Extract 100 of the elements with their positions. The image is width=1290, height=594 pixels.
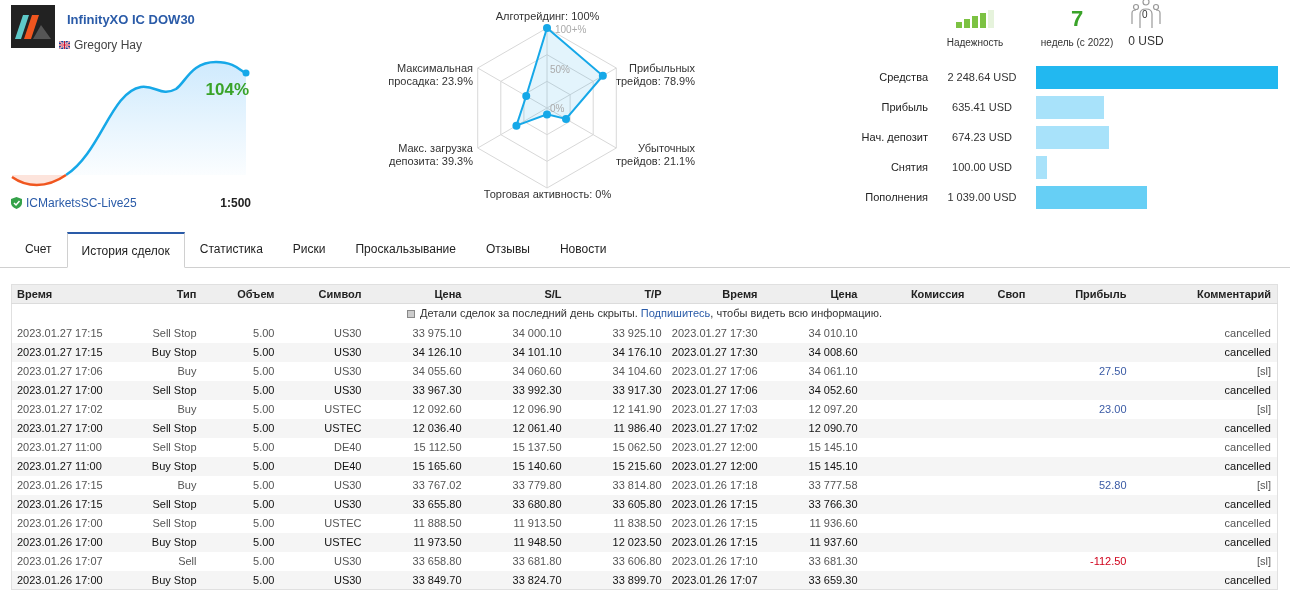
server-link[interactable]: ICMarketsSC-Live25 — [26, 193, 137, 212]
growth-percent: 104% — [205, 78, 249, 101]
table-cell: 33 681.30 — [763, 551, 864, 571]
column-header: T/P — [567, 284, 668, 304]
column-header: Время — [667, 284, 764, 304]
table-cell: 33 681.80 — [467, 551, 568, 571]
table-cell: US30 — [280, 551, 368, 571]
table-cell: 33 899.70 — [567, 570, 668, 590]
table-cell: 33 680.80 — [467, 494, 568, 514]
profit-value: 23.00 — [1098, 402, 1127, 415]
column-header: Время — [11, 284, 132, 304]
table-cell: 34 061.10 — [763, 361, 864, 381]
table-cell: [sl] — [1132, 551, 1278, 571]
table-cell: 15 062.50 — [567, 437, 668, 457]
hidden-info-icon — [407, 309, 416, 318]
tab[interactable]: Новости — [544, 231, 622, 267]
table-cell: 2023.01.27 17:06 — [667, 361, 764, 381]
table-cell: cancelled — [1132, 342, 1278, 362]
table-cell: 33 824.70 — [467, 570, 568, 590]
table-cell: 15 145.10 — [763, 456, 864, 476]
axis-label: Алготрейдинг: 100% — [494, 10, 601, 23]
table-cell: US30 — [280, 475, 368, 495]
tab[interactable]: Счет — [10, 231, 67, 267]
table-cell: DE40 — [280, 437, 368, 457]
table-cell: US30 — [280, 361, 368, 381]
axis-label: Торговая активность: 0% — [482, 188, 613, 201]
table-cell: cancelled — [1132, 323, 1278, 343]
tab[interactable]: Статистика — [184, 231, 278, 267]
table-cell: 33 992.30 — [467, 380, 568, 400]
table-cell-text: US30 — [332, 325, 363, 341]
table-cell: 34 176.10 — [567, 342, 668, 362]
table-cell: 2023.01.26 17:18 — [667, 475, 764, 495]
tab[interactable]: Риски — [277, 231, 341, 267]
weeks-count: 7 — [1070, 7, 1084, 31]
table-cell: 2023.01.27 17:06 — [667, 380, 764, 400]
table-cell: 2023.01.26 17:15 — [667, 494, 764, 514]
table-cell: [sl] — [1132, 475, 1278, 495]
table-cell-text: 2023.01.27 17:30 — [670, 325, 759, 341]
table-cell-text: 34 000.10 — [511, 325, 563, 341]
table-cell: 2023.01.26 17:00 — [11, 570, 132, 590]
profit-value: 52.80 — [1098, 478, 1127, 491]
table-cell: cancelled — [1132, 494, 1278, 514]
axis-label: Убыточных трейдов: 21.1% — [614, 142, 695, 168]
table-cell: Buy Stop — [131, 532, 203, 552]
table-cell: 33 659.30 — [763, 570, 864, 590]
table-cell: 34 052.60 — [763, 380, 864, 400]
table-cell: 33 779.80 — [467, 475, 568, 495]
table-cell: 15 145.10 — [763, 437, 864, 457]
column-header: Цена — [763, 284, 864, 304]
table-cell: 34 126.10 — [367, 342, 468, 362]
column-header: Объем — [202, 284, 281, 304]
table-cell: 5.00 — [202, 456, 281, 476]
table-cell: 34 055.60 — [367, 361, 468, 381]
table-cell: 12 096.90 — [467, 399, 568, 419]
table-cell: 5.00 — [202, 342, 281, 362]
table-cell: 2023.01.26 17:15 — [667, 532, 764, 552]
stat-label: Средства — [878, 70, 928, 86]
table-cell: 12 097.20 — [763, 399, 864, 419]
author-name[interactable]: Gregory Hay — [74, 35, 143, 54]
table-cell: 33 777.58 — [763, 475, 864, 495]
account-title[interactable]: InfinityXO IC DOW30 — [67, 10, 195, 30]
table-cell: Buy Stop — [131, 570, 203, 590]
table-cell: Buy — [131, 399, 203, 419]
table-cell: 33 655.80 — [367, 494, 468, 514]
table-cell: Sell Stop — [131, 494, 203, 514]
tab[interactable]: Проскальзывание — [340, 231, 471, 267]
table-cell: 2023.01.26 17:00 — [11, 532, 132, 552]
axis-label: Максимальная просадка: 23.9% — [387, 62, 473, 88]
column-header: Своп — [970, 284, 1032, 304]
table-cell: [sl] — [1132, 361, 1278, 381]
table-cell: cancelled — [1132, 437, 1278, 457]
stat-label: Снятия — [889, 160, 928, 176]
leverage-value: 1:500 — [220, 194, 251, 212]
axis-label: Макс. загрузка депозита: 39.3% — [388, 142, 473, 168]
table-cell: Sell — [131, 551, 203, 571]
table-cell: Buy Stop — [131, 342, 203, 362]
table-cell: 2023.01.27 12:00 — [667, 456, 764, 476]
table-cell: Buy — [131, 361, 203, 381]
tab[interactable]: Отзывы — [470, 231, 545, 267]
tick-label: 50% — [550, 63, 570, 77]
table-cell: 2023.01.27 17:03 — [667, 399, 764, 419]
stat-value: 1 039.00 USD — [946, 190, 1018, 206]
table-cell: 12 023.50 — [567, 532, 668, 552]
table-cell: 15 215.60 — [567, 456, 668, 476]
table-cell: 34 060.60 — [467, 361, 568, 381]
reliability-bars-icon — [956, 10, 994, 28]
table-cell-text: Sell Stop — [151, 325, 198, 341]
tick-label: 0% — [550, 102, 565, 116]
column-header: Символ — [280, 284, 368, 304]
table-cell: cancelled — [1132, 513, 1278, 533]
tab[interactable]: История сделок — [66, 232, 185, 268]
subscribers-count: 0 — [1142, 8, 1148, 22]
table-cell: USTEC — [280, 513, 368, 533]
table-cell: 33 967.30 — [367, 380, 468, 400]
table-cell: 5.00 — [202, 570, 281, 590]
table-cell: 12 141.90 — [567, 399, 668, 419]
table-cell: 5.00 — [202, 437, 281, 457]
table-cell: USTEC — [280, 418, 368, 438]
table-cell: 11 913.50 — [467, 513, 568, 533]
verified-shield-icon — [11, 196, 22, 209]
